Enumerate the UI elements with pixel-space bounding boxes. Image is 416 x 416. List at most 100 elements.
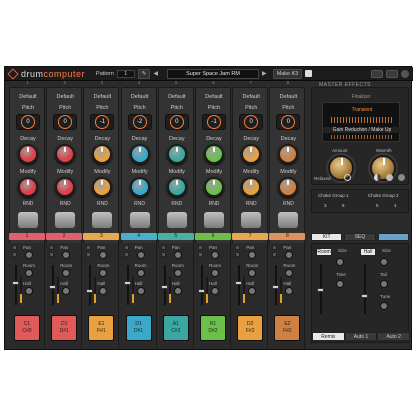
room-fader-cap[interactable] [317, 288, 324, 292]
dice-icon[interactable] [305, 70, 313, 77]
drum-pad[interactable]: D2 F#2 [237, 315, 264, 341]
pan-knob[interactable] [285, 251, 294, 259]
voice-name[interactable]: Default [159, 94, 195, 100]
channel-tab[interactable]: 1 [9, 233, 45, 240]
channel-tab[interactable]: 2 [46, 233, 83, 240]
room-send-knob[interactable] [25, 269, 33, 277]
auto-2-button[interactable]: Auto 2 [377, 332, 411, 341]
solo-button[interactable] [198, 245, 203, 250]
modify-knob[interactable] [92, 177, 113, 197]
preset-name[interactable]: Super Space Jam RM [167, 68, 260, 79]
pitch-display[interactable]: -1 [90, 114, 115, 130]
hand-icon[interactable] [129, 212, 150, 228]
remix-button[interactable]: Remix [312, 332, 345, 341]
modify-knob[interactable] [18, 177, 38, 197]
channel-tab[interactable]: 5 [157, 233, 194, 240]
hall-send-knob[interactable] [25, 287, 33, 295]
voice-name[interactable]: Default [10, 94, 46, 100]
decay-knob[interactable] [129, 144, 150, 164]
volume-fader-cap[interactable] [272, 285, 280, 289]
auto-1-button[interactable]: Auto 1 [344, 332, 378, 341]
volume-fader-cap[interactable] [198, 289, 205, 293]
hall-send-knob[interactable] [285, 287, 294, 295]
room-size-knob[interactable] [336, 258, 344, 266]
mute-button[interactable] [198, 252, 203, 257]
tail-knob[interactable] [380, 280, 388, 288]
modify-knob[interactable] [129, 177, 150, 197]
pattern-edit-button[interactable]: ✎ [137, 68, 151, 79]
solo-button[interactable] [235, 245, 241, 250]
volume-fader-cap[interactable] [12, 281, 19, 285]
kit-button[interactable]: KIT [311, 233, 343, 241]
make-button[interactable]: Make K3 [272, 68, 303, 79]
dice-icon[interactable] [278, 212, 299, 228]
room-send-knob[interactable] [285, 269, 294, 277]
voice-name[interactable]: Default [196, 94, 232, 100]
channel-tab[interactable]: 6 [195, 233, 231, 240]
rnd-button[interactable]: RND [270, 201, 306, 207]
bongo-icon[interactable] [166, 212, 187, 228]
hall-tab[interactable]: Hall [360, 248, 376, 256]
mute-button[interactable] [49, 252, 55, 257]
channel-tab[interactable]: 4 [120, 233, 157, 240]
hall-fader[interactable] [364, 264, 366, 314]
volume-fader[interactable] [126, 265, 129, 305]
time-knob[interactable] [336, 280, 344, 288]
volume-fader-cap[interactable] [160, 285, 168, 289]
hall-fader-cap[interactable] [361, 294, 368, 298]
volume-fader[interactable] [15, 265, 17, 305]
hihat-icon[interactable] [92, 212, 113, 228]
room-send-knob[interactable] [136, 269, 145, 277]
pan-knob[interactable] [173, 251, 182, 259]
drum-pad[interactable]: E1 F#1 [88, 315, 115, 341]
view-toggle-button[interactable] [377, 233, 409, 241]
pitch-value[interactable]: 0 [281, 115, 296, 129]
pitch-display[interactable]: -2 [127, 114, 152, 130]
volume-fader[interactable] [89, 265, 92, 305]
drum-pad[interactable]: E2 F#2 [274, 315, 301, 341]
voice-name[interactable]: Default [84, 94, 120, 100]
pitch-display[interactable]: 0 [276, 114, 301, 130]
room-send-knob[interactable] [248, 269, 257, 277]
solo-button[interactable] [49, 245, 55, 250]
voice-name[interactable]: Default [270, 94, 306, 100]
rnd-button[interactable]: RND [196, 201, 232, 207]
drum-pad[interactable]: C1 C#0 [14, 315, 40, 341]
volume-fader-cap[interactable] [86, 289, 94, 293]
mute-button[interactable] [12, 252, 17, 257]
drum-pad[interactable]: D1 D#1 [125, 315, 152, 341]
voice-name[interactable]: Default [47, 94, 83, 100]
channel-tab[interactable]: 8 [269, 233, 306, 240]
voice-name[interactable]: Default [233, 94, 269, 100]
pattern-field[interactable]: 1 [116, 69, 135, 78]
volume-fader-cap[interactable] [235, 281, 243, 285]
decay-knob[interactable] [92, 144, 113, 164]
rnd-button[interactable]: RND [122, 201, 158, 207]
volume-fader-cap[interactable] [123, 281, 131, 285]
mute-button[interactable] [160, 252, 166, 257]
choke-group-2-b[interactable]: 4 [394, 203, 397, 208]
decay-knob[interactable] [204, 144, 224, 164]
cymbal-icon[interactable] [204, 212, 224, 228]
decay-knob[interactable] [18, 144, 38, 164]
channel-tab[interactable]: 7 [232, 233, 269, 240]
hall-send-knob[interactable] [136, 287, 145, 295]
power-icon[interactable] [344, 174, 351, 181]
settings-icon[interactable] [398, 174, 405, 181]
rnd-button[interactable]: RND [10, 201, 46, 207]
solo-button[interactable] [123, 245, 129, 250]
rnd-button[interactable]: RND [84, 201, 120, 207]
volume-fader[interactable] [238, 265, 241, 305]
rnd-button[interactable]: RND [233, 201, 269, 207]
drum-pad[interactable]: A1 C#2 [162, 315, 189, 341]
hall-send-knob[interactable] [99, 287, 108, 295]
hall-send-knob[interactable] [211, 287, 219, 295]
rnd-button[interactable]: RND [159, 201, 195, 207]
voice-name[interactable]: Default [122, 94, 158, 100]
modify-knob[interactable] [204, 177, 224, 197]
decay-knob[interactable] [166, 144, 187, 164]
finalizer-item-gain[interactable]: Gain Reduction / Make Up [323, 127, 401, 133]
drum-pad[interactable]: R1 D#2 [200, 315, 226, 341]
modify-knob[interactable] [55, 177, 76, 197]
snare-icon[interactable] [55, 212, 76, 228]
